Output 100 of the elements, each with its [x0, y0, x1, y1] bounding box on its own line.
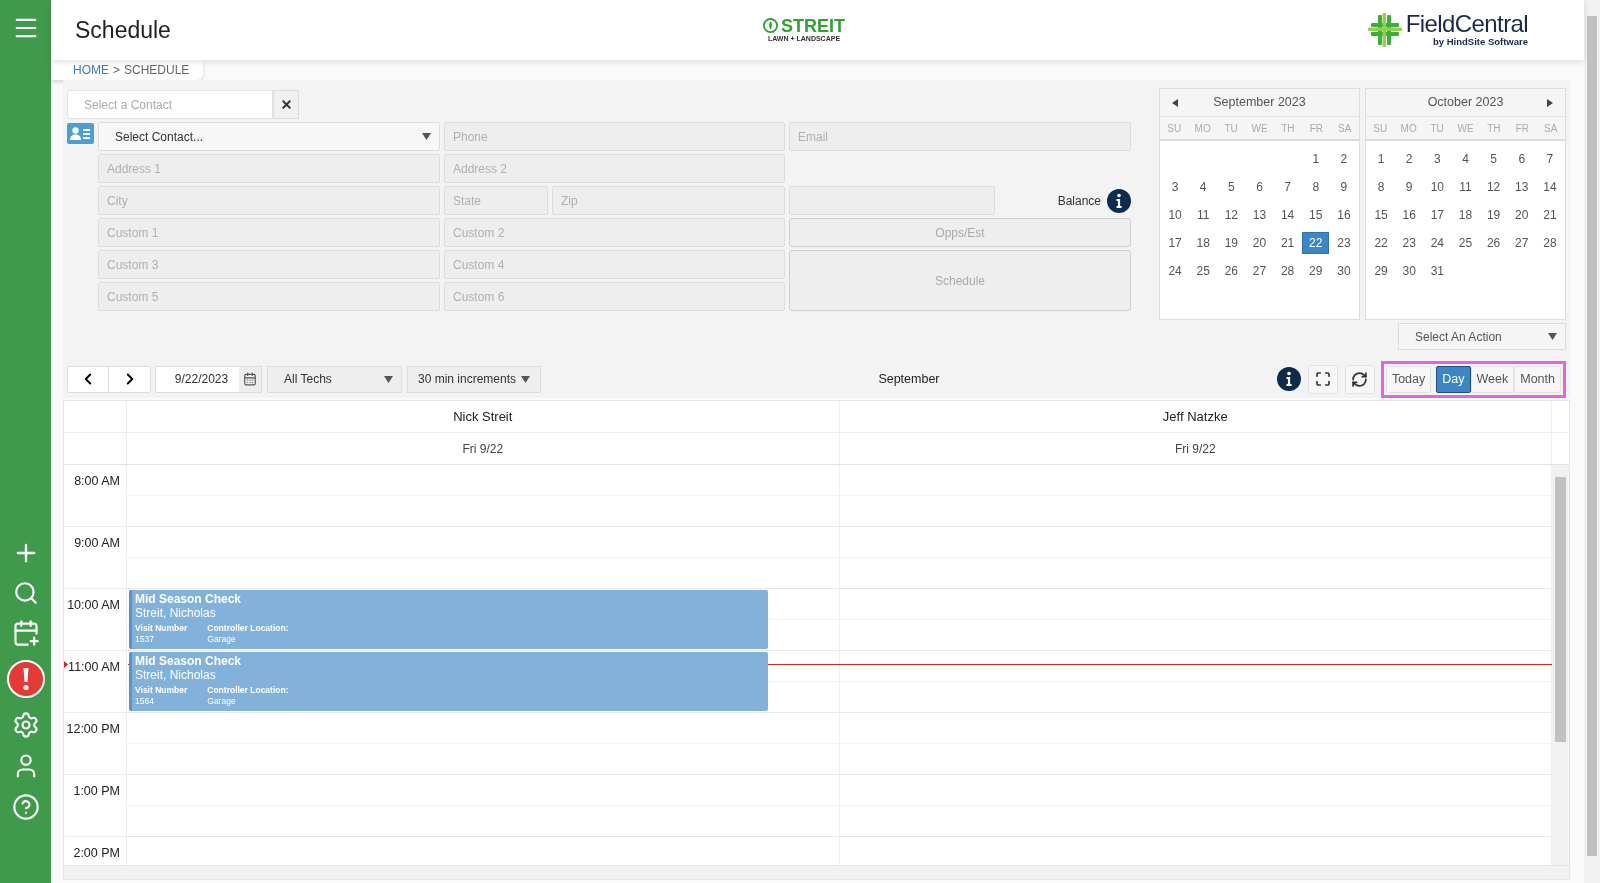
calendar-day[interactable]: 5: [1217, 176, 1245, 198]
date-field[interactable]: 9/22/2023: [155, 365, 262, 393]
refresh-button[interactable]: [1344, 364, 1375, 394]
calendar-day[interactable]: 8: [1367, 176, 1395, 198]
input-field[interactable]: Address 1: [98, 154, 440, 183]
calendar-day[interactable]: 29: [1367, 260, 1395, 282]
calendar-day[interactable]: 8: [1302, 176, 1330, 198]
calendar-day[interactable]: 7: [1274, 176, 1302, 198]
view-tab[interactable]: Day: [1436, 365, 1471, 393]
contact-search-field[interactable]: Select a Contact: [67, 90, 273, 119]
calendar-day[interactable]: 12: [1480, 176, 1508, 198]
calendar-day[interactable]: 11: [1452, 176, 1479, 198]
input-field[interactable]: Custom 1: [98, 218, 440, 247]
input-field[interactable]: State: [444, 186, 548, 215]
calendar-plus-icon[interactable]: [11, 619, 40, 647]
calendar-day[interactable]: 21: [1536, 204, 1564, 226]
techs-select[interactable]: All Techs: [267, 365, 402, 393]
calendar-day[interactable]: 1: [1367, 148, 1395, 170]
view-tab[interactable]: Month: [1514, 365, 1561, 393]
input-field[interactable]: Email: [789, 122, 1131, 151]
contact-select[interactable]: Select Contact...: [98, 122, 440, 151]
input-field[interactable]: Custom 5: [98, 282, 440, 311]
calendar-day[interactable]: 27: [1508, 232, 1536, 254]
calendar-day[interactable]: 30: [1330, 260, 1358, 282]
input-field[interactable]: Zip: [552, 186, 785, 215]
calendar-day[interactable]: 15: [1302, 204, 1330, 226]
calendar-day[interactable]: 14: [1274, 204, 1302, 226]
contact-card-icon[interactable]: [67, 123, 94, 144]
page-scrollbar[interactable]: [1584, 0, 1600, 883]
calendar-day[interactable]: 20: [1508, 204, 1536, 226]
calendar-day[interactable]: 19: [1217, 232, 1245, 254]
calendar-day[interactable]: 16: [1395, 204, 1423, 226]
calendar-day[interactable]: 13: [1246, 204, 1273, 226]
calendar-day[interactable]: 15: [1367, 204, 1395, 226]
action-select[interactable]: Select An Action: [1398, 323, 1566, 350]
settings-icon[interactable]: [11, 711, 40, 739]
search-icon[interactable]: [12, 580, 39, 606]
input-field[interactable]: Phone: [444, 122, 785, 151]
calendar-day[interactable]: 20: [1246, 232, 1273, 254]
calendar-day[interactable]: 6: [1508, 148, 1536, 170]
calendar-day[interactable]: 31: [1423, 260, 1451, 282]
info-icon[interactable]: [1276, 367, 1301, 391]
calendar-day[interactable]: 24: [1161, 260, 1189, 282]
calendar-day[interactable]: 17: [1423, 204, 1451, 226]
calendar-day[interactable]: 6: [1246, 176, 1273, 198]
scrollbar-thumb[interactable]: [1555, 477, 1566, 742]
calendar-day[interactable]: 11: [1189, 204, 1217, 226]
previous-month-icon[interactable]: [1172, 98, 1178, 107]
calendar-day[interactable]: 30: [1395, 260, 1423, 282]
input-field[interactable]: Custom 6: [444, 282, 785, 311]
input-field[interactable]: Custom 3: [98, 250, 440, 279]
next-month-icon[interactable]: [1547, 98, 1553, 107]
input-field[interactable]: City: [98, 186, 440, 215]
vertical-scrollbar[interactable]: [1552, 465, 1569, 865]
increment-select[interactable]: 30 min increments: [407, 365, 541, 393]
calendar-day[interactable]: 27: [1246, 260, 1273, 282]
calendar-day[interactable]: 25: [1452, 232, 1479, 254]
view-tab[interactable]: Today: [1385, 365, 1432, 393]
calendar-day[interactable]: 13: [1508, 176, 1536, 198]
calendar-day[interactable]: 5: [1480, 148, 1508, 170]
info-icon[interactable]: [1107, 188, 1131, 213]
calendar-day[interactable]: 26: [1480, 232, 1508, 254]
help-icon[interactable]: [11, 793, 40, 821]
calendar-day[interactable]: 28: [1536, 232, 1564, 254]
calendar-day[interactable]: 9: [1395, 176, 1423, 198]
input-field[interactable]: Address 2: [444, 154, 785, 183]
calendar-day[interactable]: 17: [1161, 232, 1189, 254]
home-link[interactable]: HOME: [73, 61, 109, 79]
input-field[interactable]: Custom 2: [444, 218, 785, 247]
calendar-day[interactable]: 4: [1189, 176, 1217, 198]
input-field[interactable]: Custom 4: [444, 250, 785, 279]
calendar-day[interactable]: 1: [1302, 148, 1330, 170]
calendar-day[interactable]: 26: [1217, 260, 1245, 282]
calendar-day[interactable]: 18: [1452, 204, 1479, 226]
calendar-day[interactable]: 16: [1330, 204, 1358, 226]
calendar-day[interactable]: 29: [1302, 260, 1330, 282]
calendar-day[interactable]: 28: [1274, 260, 1302, 282]
calendar-day[interactable]: 7: [1536, 148, 1564, 170]
calendar-day[interactable]: 23: [1395, 232, 1423, 254]
calendar-day[interactable]: 4: [1452, 148, 1479, 170]
alert-icon[interactable]: [6, 660, 45, 698]
calendar-day[interactable]: 10: [1161, 204, 1189, 226]
calendar-day[interactable]: 12: [1217, 204, 1245, 226]
calendar-day[interactable]: 2: [1330, 148, 1358, 170]
clear-button[interactable]: [273, 90, 299, 119]
calendar-day[interactable]: 14: [1536, 176, 1564, 198]
scrollbar-thumb[interactable]: [1587, 16, 1597, 856]
calendar-day[interactable]: 10: [1423, 176, 1451, 198]
calendar-day[interactable]: 21: [1274, 232, 1302, 254]
calendar-day[interactable]: 18: [1189, 232, 1217, 254]
calendar-day[interactable]: 25: [1189, 260, 1217, 282]
calendar-day[interactable]: 23: [1330, 232, 1358, 254]
horizontal-scrollbar[interactable]: [64, 865, 1569, 879]
calendar-day[interactable]: 22: [1367, 232, 1395, 254]
calendar-day[interactable]: 19: [1480, 204, 1508, 226]
calendar-day[interactable]: 2: [1395, 148, 1423, 170]
calendar-day[interactable]: 3: [1161, 176, 1189, 198]
calendar-day[interactable]: 22: [1302, 232, 1330, 254]
fullscreen-button[interactable]: [1307, 364, 1338, 394]
calendar-day[interactable]: 3: [1423, 148, 1451, 170]
